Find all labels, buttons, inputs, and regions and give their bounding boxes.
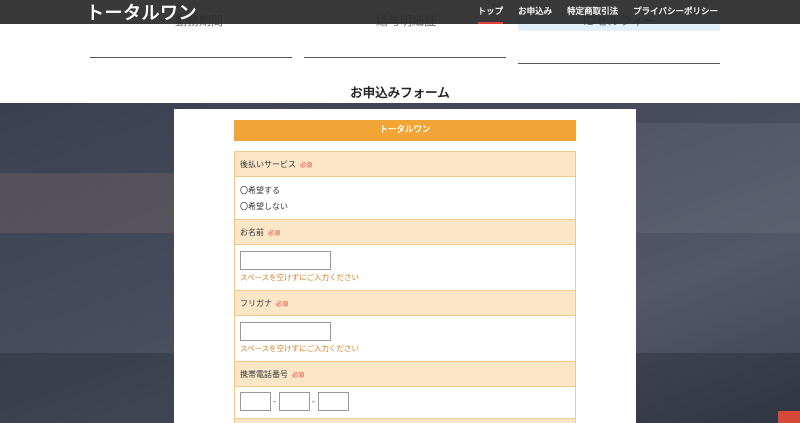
radio-option-not-want[interactable]: 〇希望しない [240, 198, 575, 214]
required-badge: 必須 [292, 371, 305, 379]
nav-item-privacy-policy[interactable]: プライバシーポリシー [633, 5, 718, 20]
kana-input[interactable] [240, 322, 331, 341]
divider-line [518, 63, 720, 64]
service-label-row: 後払いサービス 必須 [235, 152, 575, 177]
phone-input-3[interactable] [318, 392, 349, 411]
site-logo[interactable]: トータルワン [86, 0, 197, 25]
site-header: トータルワン トップ お申込み 特定商取引法 プライバシーポリシー [0, 0, 800, 24]
phone-input-1[interactable] [240, 392, 271, 411]
phone-input-2[interactable] [279, 392, 310, 411]
service-label: 後払いサービス [240, 159, 296, 169]
name-label-row: お名前 必須 [235, 220, 575, 245]
radio-option-want[interactable]: 〇希望する [240, 182, 575, 198]
kana-field-row: スペースを空けずにご入力ください [235, 316, 575, 362]
main-nav: トップ お申込み 特定商取引法 プライバシーポリシー [477, 5, 718, 24]
nav-item-commerce-law[interactable]: 特定商取引法 [567, 5, 618, 20]
name-input[interactable] [240, 251, 331, 270]
service-field-row: 〇希望する 〇希望しない [235, 177, 575, 220]
required-badge: 必須 [268, 229, 281, 237]
phone-separator: - [273, 397, 276, 406]
scroll-to-top-button[interactable] [778, 411, 800, 423]
required-badge: 必須 [276, 300, 289, 308]
phone-label: 携帯電話番号 [240, 369, 288, 379]
form-title: トータルワン [234, 120, 576, 141]
nav-item-apply[interactable]: お申込み [518, 5, 552, 20]
kana-hint: スペースを空けずにご入力ください [240, 344, 359, 353]
kana-label: フリガナ [240, 298, 272, 308]
phone-separator: - [312, 397, 315, 406]
divider-line [304, 57, 506, 58]
kana-label-row: フリガナ 必須 [235, 291, 575, 316]
form-panel: トータルワン 後払いサービス 必須 〇希望する 〇希望しない お名前 必須 スペ… [174, 109, 636, 423]
required-badge: 必須 [300, 161, 313, 169]
application-form: 後払いサービス 必須 〇希望する 〇希望しない お名前 必須 スペースを空けずに… [234, 151, 576, 423]
name-field-row: スペースを空けずにご入力ください [235, 245, 575, 291]
next-label-row [235, 419, 575, 423]
name-label: お名前 [240, 227, 264, 237]
section-title: お申込みフォーム [350, 85, 450, 100]
name-hint: スペースを空けずにご入力ください [240, 273, 359, 282]
nav-item-top[interactable]: トップ [477, 5, 503, 24]
phone-field-row: - - [235, 387, 575, 419]
phone-label-row: 携帯電話番号 必須 [235, 362, 575, 387]
divider-line [90, 57, 292, 58]
